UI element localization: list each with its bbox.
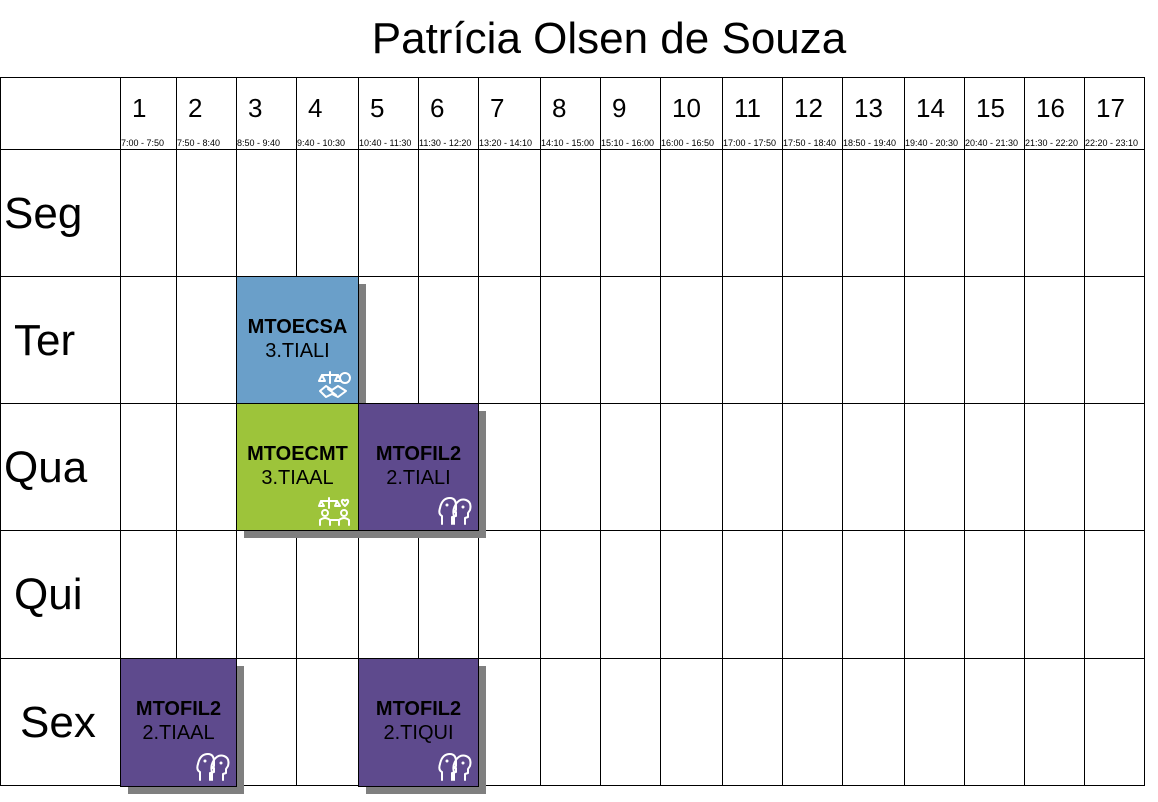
grid-hline bbox=[0, 276, 1145, 277]
period-number: 3 bbox=[248, 93, 263, 123]
period-number: 4 bbox=[308, 93, 323, 123]
period-number: 12 bbox=[794, 93, 823, 123]
period-time: 16:00 - 16:50 bbox=[661, 138, 715, 148]
grid-vline bbox=[842, 77, 843, 786]
period-time: 7:50 - 8:40 bbox=[177, 138, 221, 148]
period-number: 10 bbox=[672, 93, 701, 123]
period-time: 17:50 - 18:40 bbox=[783, 138, 837, 148]
grid-vline bbox=[600, 77, 601, 786]
period-number: 9 bbox=[612, 93, 627, 123]
period-number: 7 bbox=[490, 93, 505, 123]
grid-vline bbox=[722, 77, 723, 786]
period-time: 7:00 - 7:50 bbox=[121, 138, 165, 148]
period-number: 2 bbox=[188, 93, 203, 123]
grid-vline bbox=[964, 77, 965, 786]
period-time: 8:50 - 9:40 bbox=[237, 138, 281, 148]
class-code: MTOFIL2 bbox=[375, 443, 462, 465]
class-group: 2.TIQUI bbox=[383, 722, 454, 744]
period-time: 10:40 - 11:30 bbox=[359, 138, 412, 148]
class-block[interactable]: MTOFIL2 2.TIALI bbox=[358, 403, 479, 531]
period-number: 1 bbox=[132, 93, 147, 123]
day-label-seg: Seg bbox=[4, 189, 83, 238]
day-label-qui: Qui bbox=[14, 570, 83, 619]
period-number: 17 bbox=[1096, 93, 1125, 123]
philosophy-heads-icon bbox=[196, 752, 230, 782]
class-group: 2.TIAAL bbox=[142, 722, 215, 744]
class-code: MTOECMT bbox=[247, 443, 348, 465]
grid-hline bbox=[0, 149, 1145, 150]
class-group: 3.TIALI bbox=[265, 340, 330, 362]
schedule-grid: 1 7:00 - 7:50 2 7:50 - 8:40 3 8:50 - 9:40 4 9:4… bbox=[0, 0, 1158, 802]
class-code: MTOECSA bbox=[247, 316, 348, 338]
period-time: 19:40 - 20:30 bbox=[905, 138, 959, 148]
scales-handshake-icon bbox=[318, 369, 352, 399]
grid-vline bbox=[782, 77, 783, 786]
philosophy-heads-icon bbox=[438, 496, 472, 526]
period-number: 8 bbox=[552, 93, 567, 123]
grid-vline bbox=[904, 77, 905, 786]
period-time: 22:20 - 23:10 bbox=[1085, 138, 1139, 148]
period-number: 5 bbox=[370, 93, 385, 123]
class-code: MTOFIL2 bbox=[375, 698, 462, 720]
class-block[interactable]: MTOFIL2 2.TIQUI bbox=[358, 658, 479, 787]
day-label-ter: Ter bbox=[14, 316, 76, 365]
period-time: 18:50 - 19:40 bbox=[843, 138, 897, 148]
period-number: 16 bbox=[1036, 93, 1065, 123]
period-number: 15 bbox=[976, 93, 1005, 123]
grid-vline bbox=[1084, 77, 1085, 786]
class-block[interactable]: MTOECSA 3.TIALI bbox=[236, 276, 359, 404]
class-group: 3.TIAAL bbox=[261, 467, 334, 489]
philosophy-heads-icon bbox=[438, 752, 472, 782]
class-group: 2.TIALI bbox=[386, 467, 451, 489]
scales-people-icon bbox=[318, 496, 352, 526]
period-number: 6 bbox=[430, 93, 445, 123]
period-number: 11 bbox=[734, 93, 761, 123]
grid-vline bbox=[540, 77, 541, 786]
period-number: 13 bbox=[854, 93, 883, 123]
period-time: 14:10 - 15:00 bbox=[541, 138, 595, 148]
class-block[interactable]: MTOECMT 3.TIAAL bbox=[236, 403, 359, 531]
day-label-qua: Qua bbox=[4, 443, 88, 492]
period-time: 15:10 - 16:00 bbox=[601, 138, 655, 148]
grid-vline bbox=[1024, 77, 1025, 786]
grid-hline bbox=[0, 530, 1145, 531]
period-time: 11:30 - 12:20 bbox=[419, 138, 472, 148]
period-time: 21:30 - 22:20 bbox=[1025, 138, 1079, 148]
period-time: 13:20 - 14:10 bbox=[479, 138, 533, 148]
period-time: 17:00 - 17:50 bbox=[723, 138, 777, 148]
class-code: MTOFIL2 bbox=[135, 698, 222, 720]
grid-hline bbox=[0, 403, 1145, 404]
period-time: 20:40 - 21:30 bbox=[965, 138, 1019, 148]
grid-vline bbox=[1144, 77, 1145, 786]
period-number: 14 bbox=[916, 93, 945, 123]
grid-hline bbox=[0, 77, 1145, 78]
class-block[interactable]: MTOFIL2 2.TIAAL bbox=[120, 658, 237, 787]
period-time: 9:40 - 10:30 bbox=[297, 138, 346, 148]
day-label-sex: Sex bbox=[20, 698, 96, 747]
grid-vline bbox=[0, 77, 1, 786]
grid-vline bbox=[660, 77, 661, 786]
